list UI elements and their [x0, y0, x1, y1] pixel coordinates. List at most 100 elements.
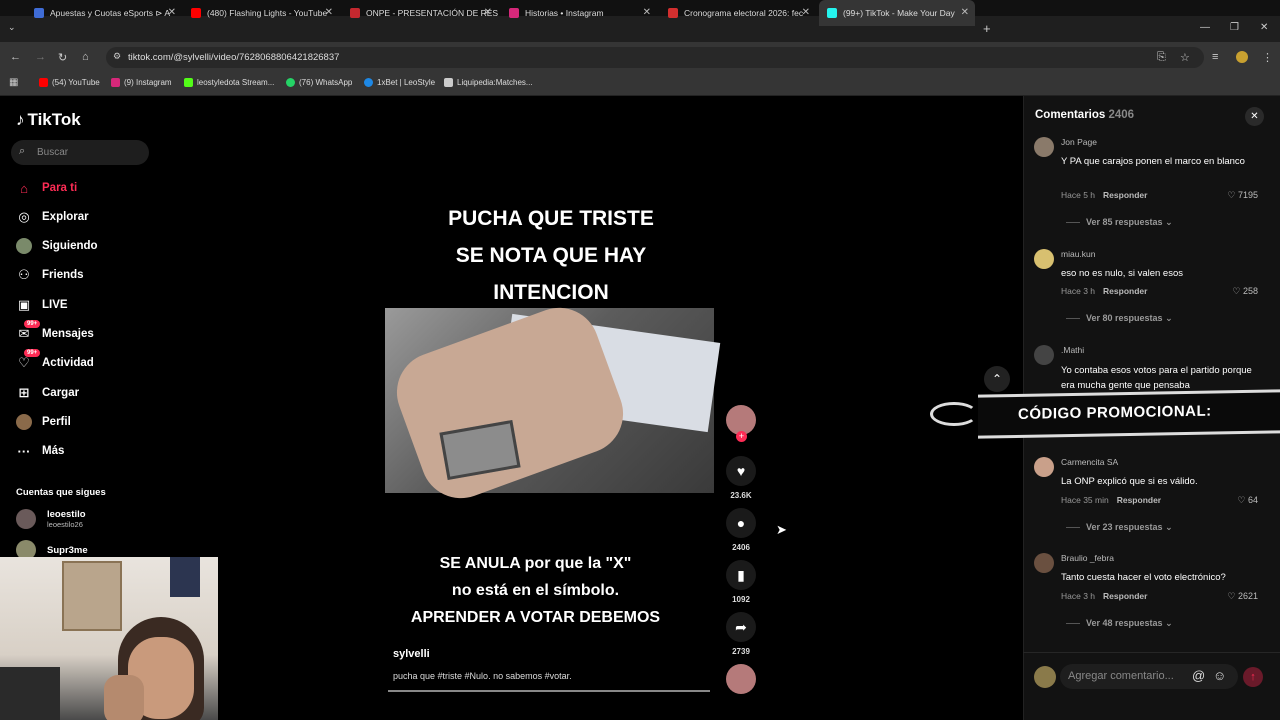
- avatar[interactable]: [1034, 457, 1054, 477]
- reload-icon[interactable]: ↻: [58, 51, 67, 64]
- new-tab-button[interactable]: +: [983, 21, 991, 36]
- nav-label: Explorar: [42, 211, 89, 223]
- site-info-icon[interactable]: ⚙: [113, 51, 121, 62]
- nav-explorar[interactable]: ◎ Explorar: [16, 209, 89, 225]
- like-button[interactable]: ♥ 23.6K: [726, 456, 756, 500]
- follow-plus-icon[interactable]: +: [736, 431, 747, 442]
- menu-icon[interactable]: ⋮: [1262, 51, 1273, 64]
- browser-tab[interactable]: ONPE - PRESENTACIÓN DE RES ✕: [342, 0, 498, 26]
- nav-mas[interactable]: ··· Más: [16, 443, 65, 459]
- avatar[interactable]: [1034, 553, 1054, 573]
- video-progress[interactable]: [388, 690, 710, 692]
- music-disc-button[interactable]: [726, 664, 756, 694]
- close-tab-icon[interactable]: ✕: [168, 7, 176, 18]
- restore-icon[interactable]: ❐: [1230, 22, 1239, 33]
- avatar[interactable]: [1034, 137, 1054, 157]
- unread-badge: 99+: [24, 349, 41, 357]
- comment-user[interactable]: miau.kun: [1061, 249, 1096, 259]
- comment-like-button[interactable]: ♡ 7195: [1227, 190, 1258, 201]
- view-replies-button[interactable]: Ver 80 respuestas ⌄: [1066, 313, 1173, 324]
- browser-tab[interactable]: Historias • Instagram ✕: [501, 0, 657, 26]
- send-icon[interactable]: ↑: [1243, 667, 1263, 687]
- video-author[interactable]: sylvelli: [393, 648, 430, 660]
- browser-tab[interactable]: (480) Flashing Lights - YouTube ✕: [183, 0, 339, 26]
- messages-icon: ✉ 99+: [16, 320, 41, 342]
- nav-siguiendo[interactable]: Siguiendo: [16, 238, 98, 254]
- logo-text: TikTok: [27, 110, 81, 129]
- video-caption: pucha que #triste #Nulo. no sabemos #vot…: [393, 671, 572, 681]
- close-tab-icon[interactable]: ✕: [961, 7, 969, 18]
- profile-avatar[interactable]: [1236, 51, 1248, 63]
- nav-cargar[interactable]: ⊞ Cargar: [16, 385, 80, 401]
- comment-text: La ONP explicó que si es válido.: [1061, 476, 1198, 487]
- bookmark-item[interactable]: Liquipedia:Matches...: [444, 78, 533, 87]
- comment-user[interactable]: Carmencita SA: [1061, 457, 1118, 467]
- share-button[interactable]: ➦ 2739: [726, 612, 756, 656]
- tab-list-button[interactable]: ⌄: [8, 22, 16, 33]
- save-button[interactable]: ▮ 1092: [726, 560, 756, 604]
- back-icon[interactable]: ←: [10, 51, 21, 63]
- tiktok-logo[interactable]: ♪ TikTok: [16, 110, 81, 130]
- reply-button[interactable]: Responder: [1103, 286, 1147, 296]
- nav-label: Cargar: [42, 387, 80, 399]
- nav-actividad[interactable]: ♡ 99+ Actividad: [16, 349, 94, 371]
- close-tab-icon[interactable]: ✕: [325, 7, 333, 18]
- view-replies-button[interactable]: Ver 85 respuestas ⌄: [1066, 217, 1173, 228]
- bookmark-item[interactable]: (54) YouTube: [39, 78, 100, 87]
- comment-user[interactable]: Jon Page: [1061, 137, 1097, 147]
- video-frame[interactable]: [385, 296, 721, 510]
- promo-swirl-graphic: [930, 402, 978, 426]
- browser-tab[interactable]: Apuestas y Cuotas eSports ⊳ A ✕: [26, 0, 182, 26]
- install-icon[interactable]: ⎘: [1157, 51, 1166, 64]
- apps-icon[interactable]: ▦: [9, 77, 18, 88]
- avatar[interactable]: [1034, 345, 1054, 365]
- nav-mensajes[interactable]: ✉ 99+ Mensajes: [16, 320, 94, 342]
- nav-perfil[interactable]: Perfil: [16, 414, 71, 430]
- view-replies-button[interactable]: Ver 23 respuestas ⌄: [1066, 522, 1173, 533]
- comment-like-button[interactable]: ♡ 64: [1237, 495, 1258, 506]
- home-icon[interactable]: ⌂: [82, 51, 89, 63]
- browser-tab[interactable]: Cronograma electoral 2026: fec ✕: [660, 0, 816, 26]
- bookmark-item[interactable]: leostyledota Stream...: [184, 78, 274, 87]
- minimize-icon[interactable]: —: [1200, 22, 1210, 33]
- nav-friends[interactable]: ⚇ Friends: [16, 267, 83, 283]
- scroll-up-icon[interactable]: ⌃: [984, 366, 1010, 392]
- account-name: Supr3me: [47, 544, 88, 556]
- search-input[interactable]: [11, 140, 149, 165]
- reply-button[interactable]: Responder: [1117, 495, 1161, 505]
- comment-button[interactable]: ● 2406: [726, 508, 756, 552]
- comment-like-button[interactable]: ♡ 2621: [1227, 591, 1258, 602]
- comment-like-button[interactable]: ♡ 258: [1232, 286, 1258, 297]
- comment-meta: Hace 35 min Responder: [1061, 495, 1161, 505]
- close-tab-icon[interactable]: ✕: [643, 7, 651, 18]
- forward-icon[interactable]: →: [35, 51, 46, 63]
- promo-code-banner: CÓDIGO PROMOCIONAL:: [978, 389, 1280, 439]
- creator-avatar-button[interactable]: +: [726, 405, 756, 442]
- bookmark-item[interactable]: (9) Instagram: [111, 78, 172, 87]
- close-tab-icon[interactable]: ✕: [802, 7, 810, 18]
- view-replies-button[interactable]: Ver 48 respuestas ⌄: [1066, 618, 1173, 629]
- comment-meta: Hace 5 h Responder: [1061, 190, 1147, 200]
- nav-live[interactable]: ▣ LIVE: [16, 297, 68, 313]
- close-comments-icon[interactable]: ✕: [1245, 107, 1264, 126]
- close-tab-icon[interactable]: ✕: [484, 7, 492, 18]
- nav-label: Actividad: [42, 357, 94, 369]
- comments-header: Comentarios 2406: [1035, 109, 1134, 121]
- following-account[interactable]: leoestilo leoestilo26: [16, 509, 86, 529]
- comment-user[interactable]: Braulio _febra: [1061, 553, 1114, 563]
- bookmark-item[interactable]: 1xBet | LeoStyle: [364, 78, 435, 87]
- reply-button[interactable]: Responder: [1103, 591, 1147, 601]
- bookmark-item[interactable]: (76) WhatsApp: [286, 78, 352, 87]
- reply-button[interactable]: Responder: [1103, 190, 1147, 200]
- comment-text: eso no es nulo, si valen esos: [1061, 268, 1183, 279]
- emoji-icon[interactable]: ☺: [1213, 668, 1226, 683]
- media-icon[interactable]: ≡: [1212, 51, 1218, 63]
- mention-icon[interactable]: @: [1192, 668, 1205, 683]
- comment-user[interactable]: .Mathi: [1061, 345, 1084, 355]
- bookmark-star-icon[interactable]: ☆: [1180, 51, 1190, 64]
- close-window-icon[interactable]: ✕: [1260, 22, 1268, 33]
- tab-favicon: [668, 8, 678, 18]
- nav-para-ti[interactable]: ⌂ Para ti: [16, 180, 77, 196]
- browser-tab-active[interactable]: (99+) TikTok - Make Your Day ✕: [819, 0, 975, 26]
- avatar[interactable]: [1034, 249, 1054, 269]
